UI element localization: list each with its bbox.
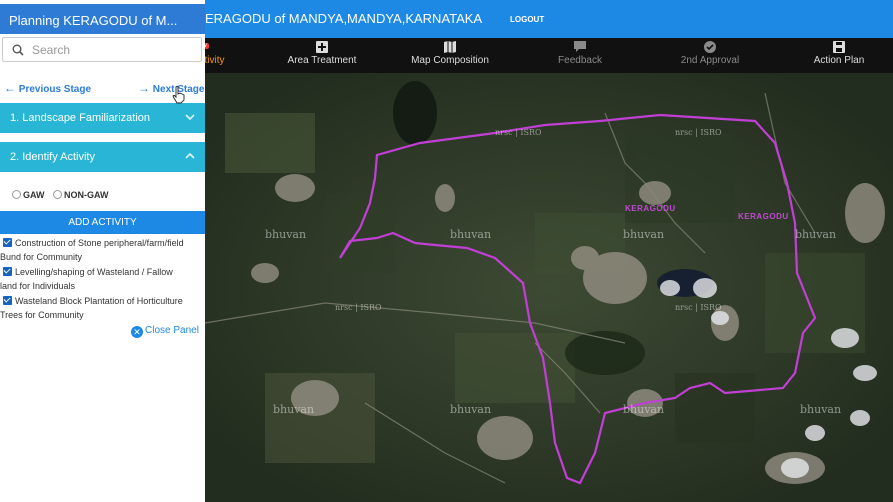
tab-label: Action Plan <box>813 55 865 66</box>
radio-circle[interactable] <box>12 190 21 199</box>
activity-checkbox[interactable] <box>3 267 12 276</box>
activity-item: Construction of Stone peripheral/farm/fi… <box>0 236 205 264</box>
activity-text: Trees for Community <box>0 310 84 320</box>
bhuvan-watermark: bhuvan <box>450 403 492 416</box>
activity-text: Wasteland Block Plantation of Horticultu… <box>15 296 183 306</box>
tab-label: Map Composition <box>411 55 489 66</box>
tab-feedback[interactable]: Feedback <box>550 41 610 66</box>
close-icon: ✕ <box>131 326 143 338</box>
bhuvan-watermark: bhuvan <box>450 228 492 241</box>
close-panel-label: Close Panel <box>145 325 199 336</box>
previous-stage-link[interactable]: ← Previous Stage <box>4 81 91 95</box>
tab-label: Feedback <box>558 55 602 66</box>
tab-action-plan[interactable]: Action Plan <box>805 41 873 66</box>
section-label: 2. Identify Activity <box>10 151 95 163</box>
bhuvan-watermark: bhuvan <box>623 228 665 241</box>
activity-checkbox[interactable] <box>3 296 12 305</box>
gaw-radio-group: GAW NON-GAW <box>12 190 109 200</box>
isro-watermark: nrsc | ISRO <box>335 303 382 312</box>
village-label: KERAGODU <box>738 212 789 221</box>
bhuvan-watermark: bhuvan <box>273 403 315 416</box>
bhuvan-watermark: bhuvan <box>795 228 837 241</box>
tab-area-treatment[interactable]: Area Treatment <box>287 41 357 66</box>
plus-square-icon <box>316 41 328 53</box>
tab-label: Area Treatment <box>287 55 357 66</box>
radio-circle[interactable] <box>53 190 63 199</box>
add-activity-button[interactable]: ADD ACTIVITY <box>0 211 205 234</box>
satellite-map[interactable]: bhuvan bhuvan bhuvan bhuvan bhuvan bhuva… <box>205 73 893 502</box>
radio-label: GAW <box>23 190 45 200</box>
section-identify-activity[interactable]: 2. Identify Activity <box>0 142 205 172</box>
bhuvan-watermark: bhuvan <box>623 403 665 416</box>
activity-text: Levelling/shaping of Wasteland / Fallow <box>15 267 173 277</box>
activity-text: Bund for Community <box>0 252 83 262</box>
gaw-radio[interactable]: GAW <box>12 190 45 200</box>
isro-watermark: nrsc | ISRO <box>675 128 722 137</box>
activity-text: land for Individuals <box>0 281 76 291</box>
bhuvan-watermark: bhuvan <box>265 228 307 241</box>
search-box[interactable] <box>2 37 202 62</box>
search-input[interactable] <box>32 41 192 59</box>
section-label: 1. Landscape Familiarization <box>10 112 151 124</box>
chevron-up-icon <box>185 152 195 159</box>
activity-checkbox[interactable] <box>3 238 12 247</box>
bhuvan-watermark: bhuvan <box>800 403 842 416</box>
tab-label: 2nd Approval <box>680 55 740 66</box>
floppy-icon <box>833 41 845 53</box>
panel-title: Planning KERAGODU of M... <box>0 4 205 34</box>
village-label: KERAGODU <box>625 204 676 213</box>
comment-icon <box>574 41 586 52</box>
close-panel-button[interactable]: ✕ Close Panel <box>131 325 199 338</box>
planning-panel: Planning KERAGODU of M... ← Previous Sta… <box>0 0 205 502</box>
activity-text: Construction of Stone peripheral/farm/fi… <box>15 238 184 248</box>
tab-2nd-approval[interactable]: 2nd Approval <box>675 41 745 66</box>
non-gaw-radio[interactable]: NON-GAW <box>53 190 109 200</box>
activity-item: Levelling/shaping of Wasteland / Fallow … <box>0 265 205 293</box>
hand-cursor-icon <box>172 86 185 104</box>
arrow-left-icon: ← <box>4 81 16 95</box>
satellite-imagery <box>205 73 893 502</box>
section-landscape-familiarization[interactable]: 1. Landscape Familiarization <box>0 103 205 133</box>
chevron-down-icon <box>185 114 195 121</box>
logout-link[interactable]: LOGOUT <box>510 15 544 24</box>
check-circle-icon <box>704 41 716 53</box>
radio-label: NON-GAW <box>64 190 109 200</box>
tab-map-composition[interactable]: Map Composition <box>410 41 490 66</box>
isro-watermark: nrsc | ISRO <box>675 303 722 312</box>
previous-stage-label: Previous Stage <box>18 84 92 95</box>
arrow-right-icon: → <box>138 81 150 95</box>
activity-item: Wasteland Block Plantation of Horticultu… <box>0 294 205 322</box>
search-icon <box>12 44 24 56</box>
header-title: ERAGODU of MANDYA,MANDYA,KARNATAKA <box>205 11 483 26</box>
stage-toolbar: ew ctivity Area Treatment Map Compositio… <box>197 38 893 73</box>
map-icon <box>444 41 456 53</box>
isro-watermark: nrsc | ISRO <box>495 128 542 137</box>
